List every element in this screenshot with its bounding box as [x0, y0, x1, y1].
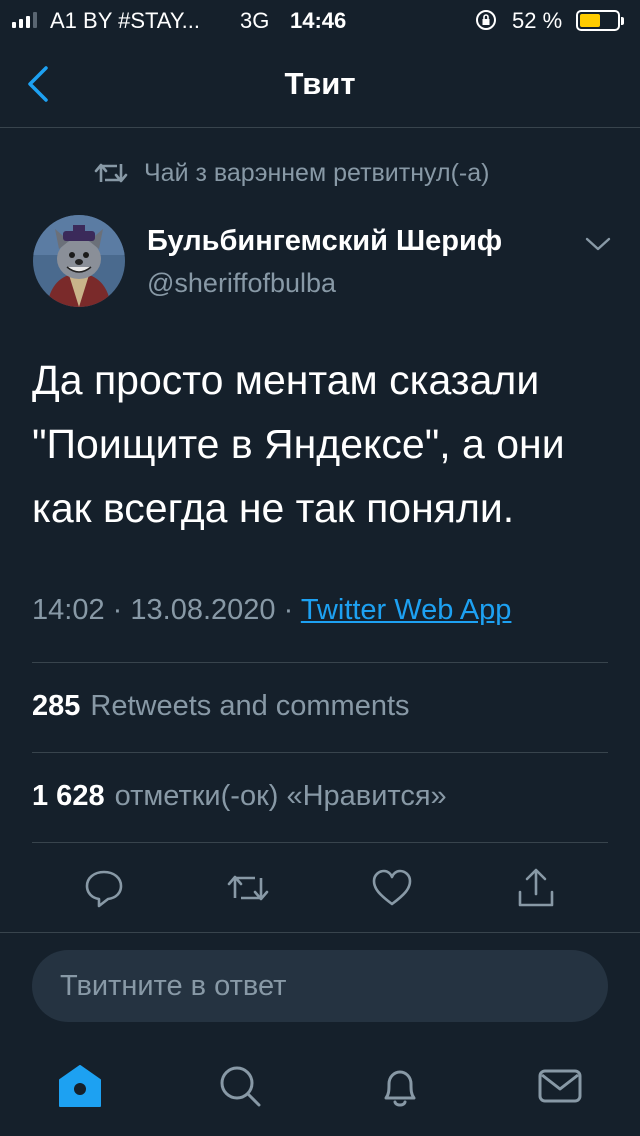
carrier-name: A1 BY #STAY... — [50, 8, 201, 33]
meta-separator: · — [112, 594, 123, 626]
orientation-lock-icon — [476, 10, 496, 30]
like-icon[interactable] — [370, 866, 414, 910]
retweets-stat[interactable]: 285 Retweets and comments — [32, 690, 410, 723]
search-icon[interactable] — [216, 1062, 264, 1110]
reply-input[interactable]: Твитните в ответ — [32, 950, 608, 1022]
retweet-context-label: Чай з варэннем ретвитнул(-а) — [144, 158, 490, 187]
tweet-meta: 14:02 · 13.08.2020 · Twitter Web App — [32, 594, 511, 627]
likes-label: отметки(-ок) «Нравится» — [114, 780, 447, 812]
network-type: 3G — [240, 8, 270, 33]
avatar[interactable] — [33, 215, 125, 307]
retweets-count: 285 — [32, 690, 81, 722]
author-handle[interactable]: @sheriffofbulba — [147, 268, 336, 299]
share-icon[interactable] — [514, 866, 558, 910]
page-title: Твит — [284, 66, 356, 101]
notifications-icon[interactable] — [376, 1062, 424, 1110]
retweet-context[interactable]: Чай з варэннем ретвитнул(-а) — [94, 158, 489, 188]
retweets-label: Retweets and comments — [90, 690, 410, 722]
divider — [32, 662, 608, 663]
chevron-down-icon[interactable] — [582, 230, 614, 258]
retweet-small-icon — [94, 163, 128, 183]
retweet-icon[interactable] — [226, 866, 270, 910]
divider — [0, 932, 640, 933]
battery-percent: 52 % — [512, 8, 563, 33]
signal-icon — [12, 12, 37, 28]
tweet-source-link[interactable]: Twitter Web App — [301, 594, 512, 626]
meta-separator: · — [283, 594, 294, 626]
status-bar: A1 BY #STAY... 3G 14:46 52 % — [0, 0, 640, 40]
reply-icon[interactable] — [82, 866, 126, 910]
home-icon[interactable] — [56, 1062, 104, 1110]
tweet-text: Да просто ментам сказали "Поищите в Янде… — [32, 357, 565, 531]
divider — [32, 842, 608, 843]
tweet-date: 13.08.2020 — [130, 594, 276, 626]
author-name[interactable]: Бульбингемский Шериф — [147, 225, 502, 258]
divider — [32, 752, 608, 753]
messages-icon[interactable] — [536, 1062, 584, 1110]
reply-placeholder: Твитните в ответ — [60, 970, 287, 1002]
nav-header: Твит — [0, 40, 640, 128]
battery-icon — [576, 10, 624, 31]
tweet-time: 14:02 — [32, 594, 105, 626]
status-time: 14:46 — [290, 8, 347, 33]
likes-count: 1 628 — [32, 780, 105, 812]
likes-stat[interactable]: 1 628 отметки(-ок) «Нравится» — [32, 780, 447, 813]
